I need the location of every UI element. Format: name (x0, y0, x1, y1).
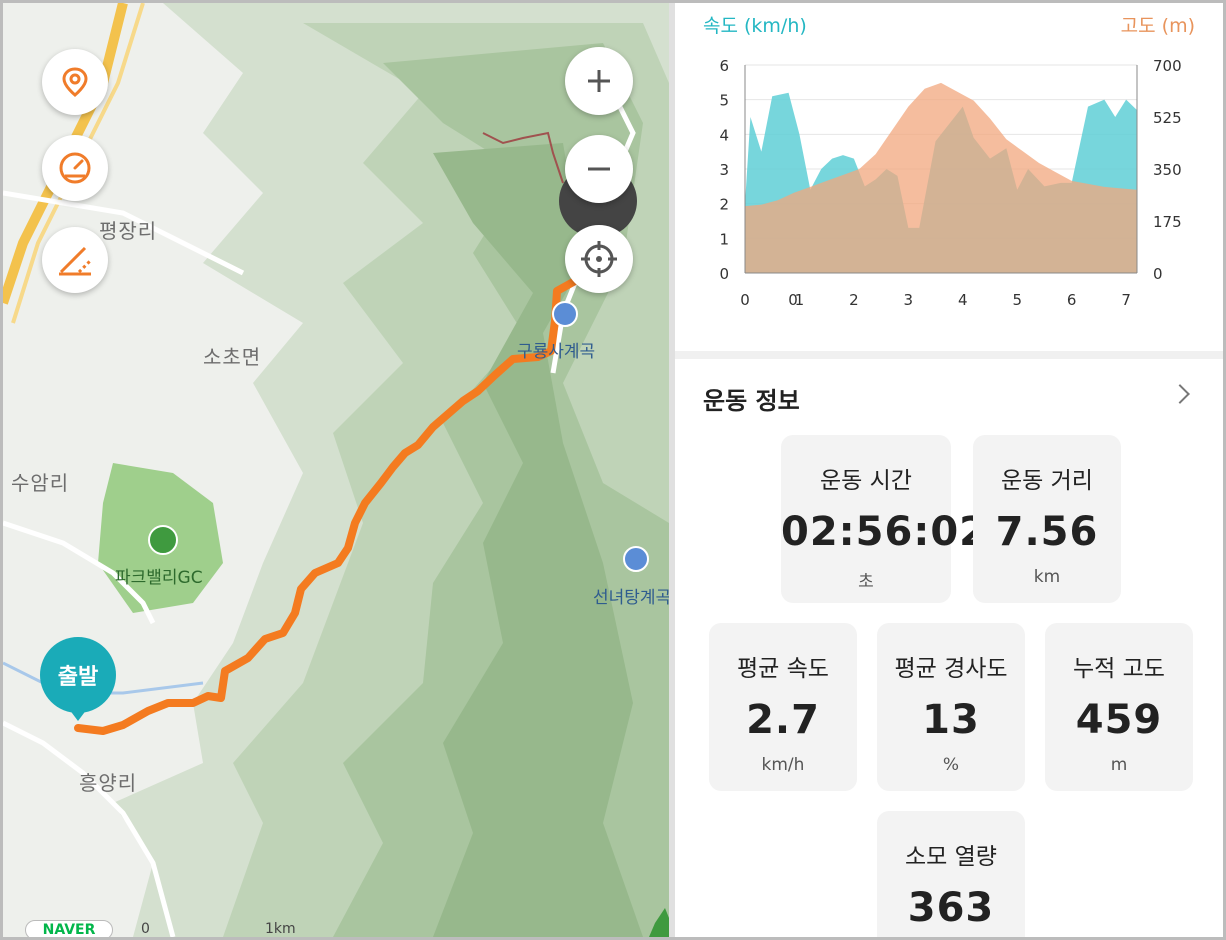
place-label: 수암리 (11, 471, 70, 495)
poi-icon[interactable] (623, 546, 649, 572)
y-right-tick-label: 0 (1153, 265, 1163, 283)
place-label: 평장리 (99, 219, 158, 243)
stat-card-time: 운동 시간 02:56:02 초 (781, 435, 988, 603)
y-left-tick-label: 0 (719, 265, 729, 283)
speedometer-icon (59, 152, 91, 184)
x-tick-label: 4 (958, 291, 968, 309)
locate-button[interactable] (565, 225, 633, 293)
location-pin-button[interactable] (42, 49, 108, 115)
x-tick-label: 5 (1012, 291, 1022, 309)
stats-panel: 속도 (km/h) 고도 (m) 0 1 2 3 4 5 6 0 175 350 525 700 0 0 1… (675, 3, 1223, 937)
stat-unit: m (1110, 755, 1128, 775)
zoom-in-icon (588, 70, 610, 92)
stat-label: 소모 열량 (905, 844, 997, 870)
y-right-tick-label: 350 (1153, 161, 1182, 179)
locate-icon (581, 241, 617, 277)
chevron-right-icon[interactable] (1170, 384, 1190, 404)
speed-button[interactable] (42, 135, 108, 201)
y-right-tick-label: 700 (1153, 57, 1182, 75)
slope-button[interactable] (42, 227, 108, 293)
naver-logo: NAVER (25, 920, 113, 937)
y-left-tick-label: 6 (719, 57, 729, 75)
x-tick-label: 6 (1067, 291, 1077, 309)
altitude-axis-title: 고도 (m) (1120, 15, 1195, 37)
section-title: 운동 정보 (703, 387, 800, 415)
section-divider (675, 351, 1223, 359)
stat-unit: km/h (761, 755, 805, 775)
stat-card-avg-grade: 평균 경사도 13 % (877, 623, 1025, 791)
speed-altitude-chart: 012345601753505257000 01 2 3 4 5 6 7 (719, 57, 1182, 309)
zoom-out-button[interactable] (565, 135, 633, 203)
location-pin-icon (62, 67, 88, 97)
x-tick-label: 0 (740, 291, 750, 309)
stat-value: 02:56:02 (781, 509, 988, 555)
stat-card-calories: 소모 열량 363 (877, 811, 1025, 937)
stat-label: 운동 거리 (1001, 468, 1093, 494)
slope-icon (59, 246, 93, 276)
x-tick-label: 7 (1121, 291, 1131, 309)
stat-unit: % (942, 755, 960, 775)
x-tick-label: 1 (795, 291, 805, 309)
stat-unit: km (1033, 567, 1061, 587)
stat-unit: 초 (858, 572, 874, 592)
stat-value: 363 (907, 885, 995, 931)
y-left-tick-label: 5 (719, 92, 729, 110)
y-left-tick-label: 4 (719, 126, 729, 144)
poi-label[interactable]: 선녀탕계곡 (593, 583, 669, 608)
scale-zero: 0 (141, 921, 150, 937)
stat-card-cumulative-altitude: 누적 고도 459 m (1045, 623, 1193, 791)
start-marker[interactable]: 출발 (40, 637, 116, 713)
poi-icon[interactable] (552, 301, 578, 327)
y-left-tick-label: 3 (719, 161, 729, 179)
y-left-tick-label: 1 (719, 230, 729, 248)
stat-value: 459 (1075, 697, 1163, 743)
stat-label: 평균 경사도 (894, 656, 1008, 682)
zoom-out-icon (588, 167, 610, 171)
speed-axis-title: 속도 (km/h) (703, 15, 807, 37)
stat-card-distance: 운동 거리 7.56 km (973, 435, 1121, 603)
y-right-tick-label: 175 (1153, 213, 1182, 231)
screenshot-root: 평장리 소초면 수암리 흥양리 구룡사계곡 선녀탕계곡 파크밸리GC 출발 NA… (0, 0, 1226, 940)
stat-label: 평균 속도 (737, 656, 829, 682)
stat-card-avg-speed: 평균 속도 2.7 km/h (709, 623, 857, 791)
x-tick-label: 2 (849, 291, 859, 309)
stat-value: 7.56 (995, 509, 1099, 555)
start-marker-tip (66, 705, 90, 721)
x-tick-label: 3 (904, 291, 914, 309)
stat-value: 2.7 (746, 697, 820, 743)
golf-icon[interactable] (148, 525, 178, 555)
stat-label: 운동 시간 (820, 468, 912, 494)
scale-km: 1km (265, 921, 296, 937)
map-view[interactable]: 평장리 소초면 수암리 흥양리 구룡사계곡 선녀탕계곡 파크밸리GC 출발 NA… (3, 3, 669, 937)
stat-label: 누적 고도 (1073, 656, 1165, 682)
y-right-tick-label: 525 (1153, 109, 1182, 127)
poi-label[interactable]: 파크밸리GC (115, 563, 203, 588)
place-label: 소초면 (203, 345, 262, 369)
y-left-tick-label: 2 (719, 196, 729, 214)
zoom-in-button[interactable] (565, 47, 633, 115)
stat-value: 13 (922, 697, 980, 743)
poi-label[interactable]: 구룡사계곡 (517, 337, 595, 362)
map-terrain (3, 3, 669, 937)
place-label: 흥양리 (79, 771, 138, 795)
